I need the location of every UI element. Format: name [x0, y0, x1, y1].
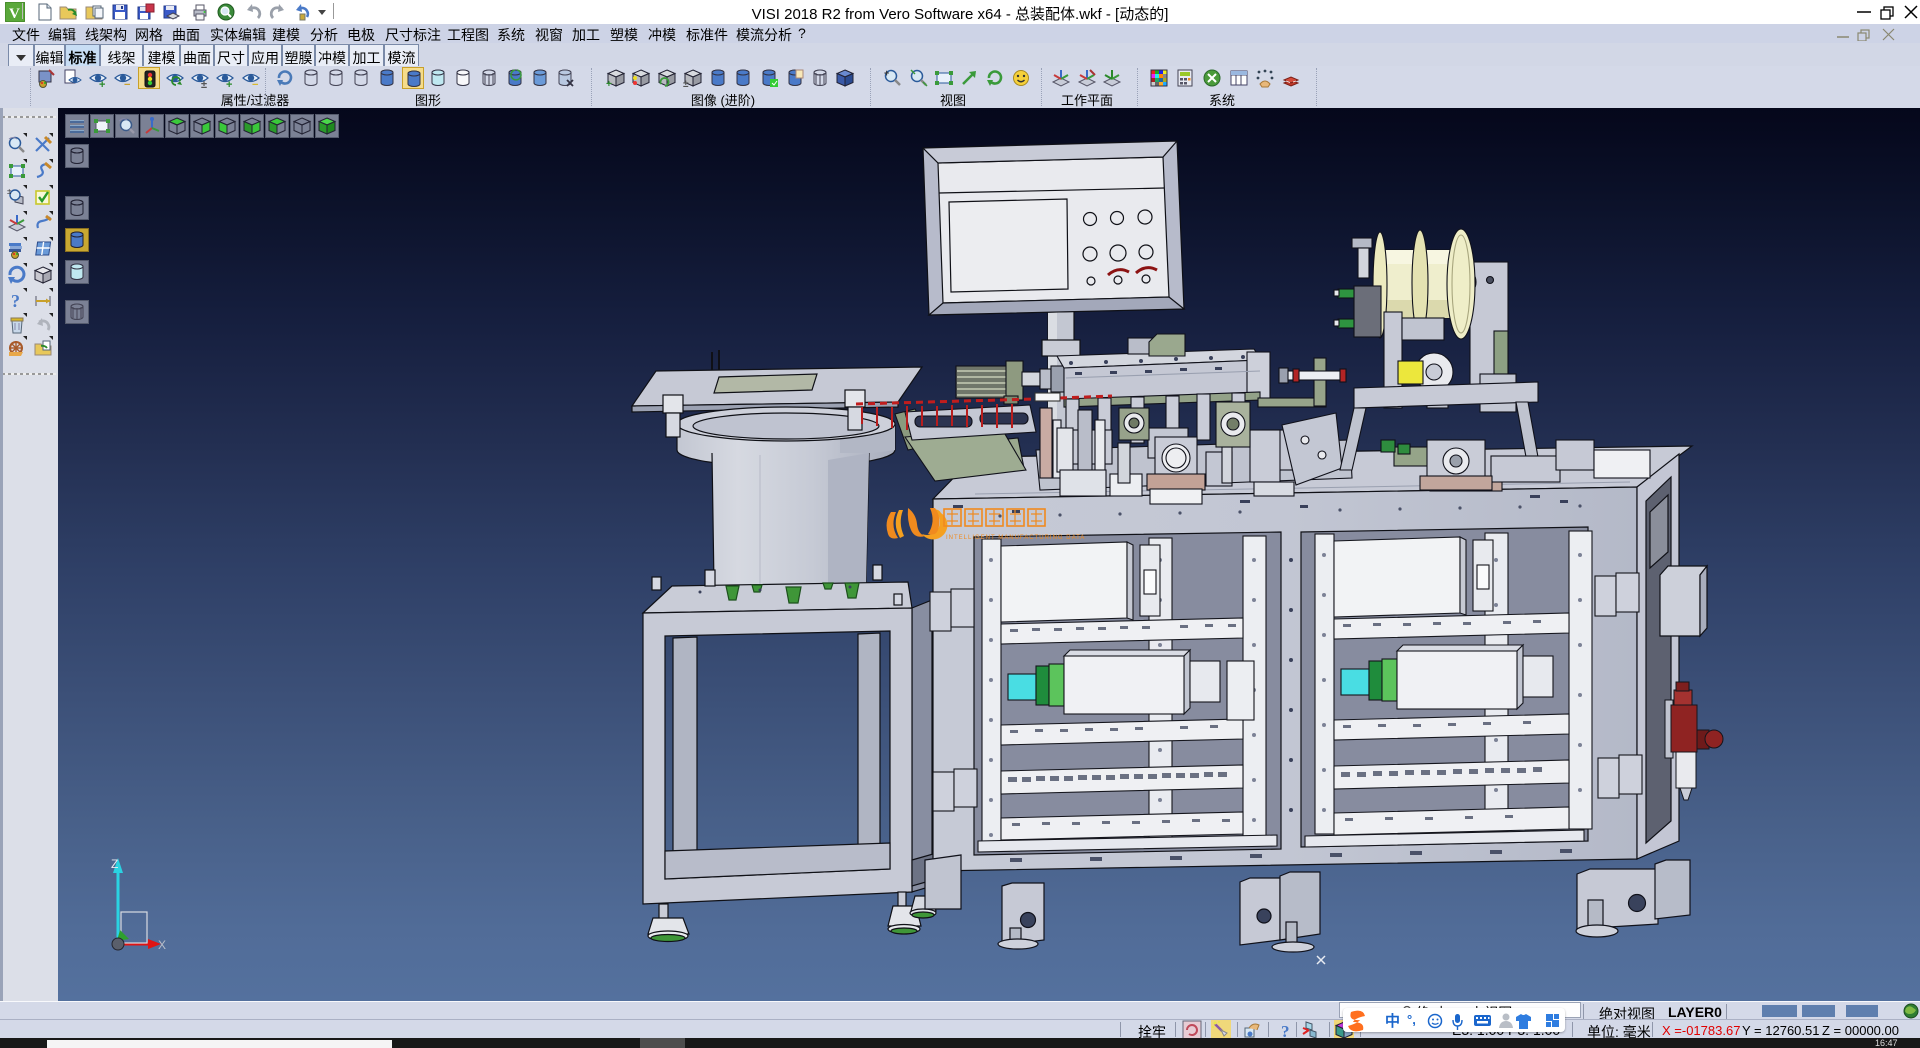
svg-text:±: ± [201, 79, 207, 88]
svg-text:?: ? [11, 291, 20, 310]
svg-text:X: X [158, 938, 166, 952]
svg-text:+: + [884, 68, 889, 78]
svg-text:+: + [606, 79, 612, 88]
svg-text:±: ± [683, 79, 689, 88]
svg-text:°,: °, [1407, 1012, 1416, 1027]
svg-text:中: 中 [1385, 1012, 1400, 1030]
svg-text:−: − [252, 79, 258, 88]
svg-text:±: ± [7, 187, 12, 196]
svg-text:INTELLIGENT MANUFACTURING DATA: INTELLIGENT MANUFACTURING DATA [946, 535, 1085, 541]
svg-text:+: + [99, 79, 105, 88]
svg-text:Z: Z [111, 857, 118, 871]
svg-text:+: + [226, 79, 232, 88]
svg-text:−: − [124, 79, 130, 88]
